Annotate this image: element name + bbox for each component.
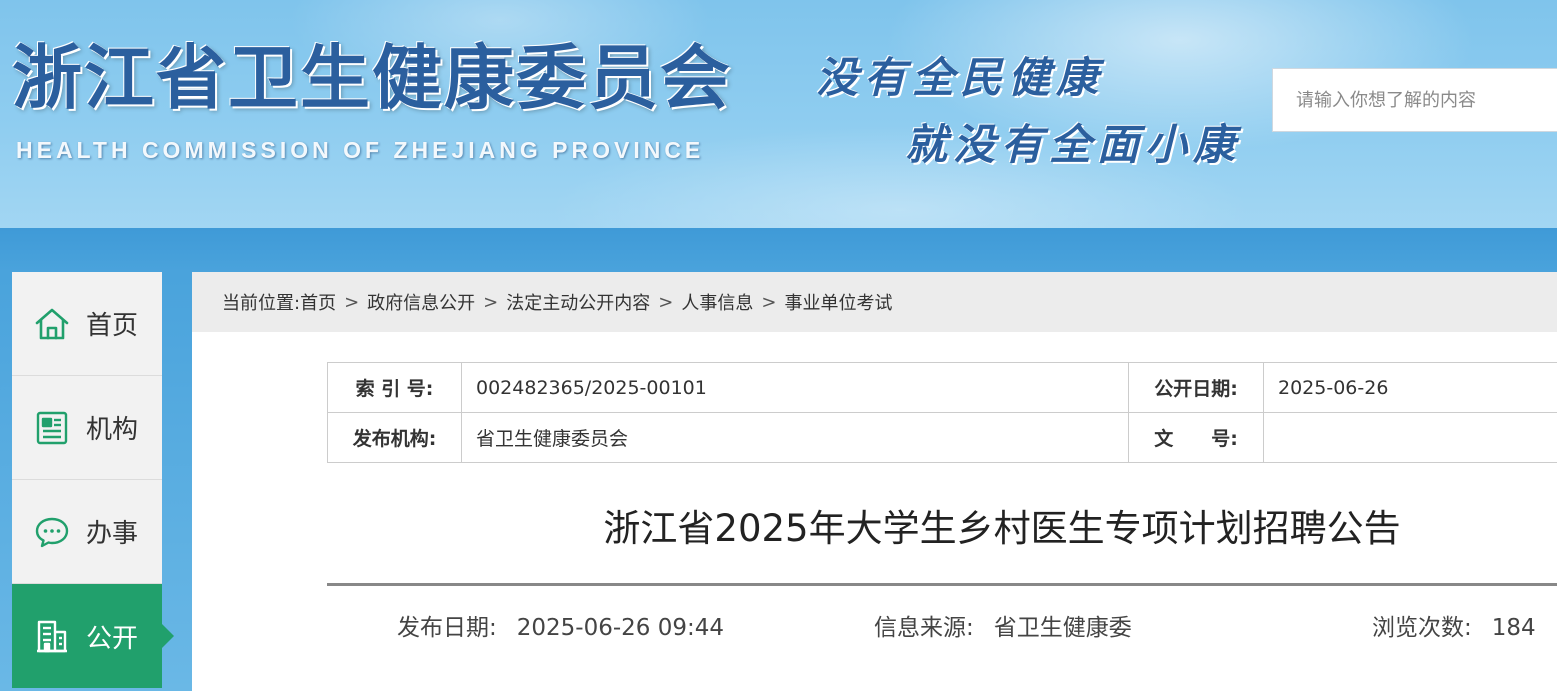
org-label: 发布机构:: [327, 412, 462, 463]
breadcrumb-prefix: 当前位置:: [222, 293, 301, 314]
view-count: 浏览次数: 184: [1372, 608, 1536, 642]
docno-label: 文 号:: [1128, 412, 1264, 463]
publish-date-label: 发布日期:: [397, 615, 497, 641]
document-icon: [34, 410, 70, 446]
breadcrumb-separator: >: [344, 291, 360, 313]
breadcrumb: 当前位置: 首页 > 政府信息公开 > 法定主动公开内容 > 人事信息 > 事业…: [192, 272, 1557, 332]
header-strip: [0, 228, 1557, 272]
meta-table: 索 引 号: 002482365/2025-00101 公开日期: 2025-0…: [327, 362, 1557, 463]
article-title: 浙江省2025年大学生乡村医生专项计划招聘公告: [603, 507, 1401, 550]
sidebar-item-label: 公开: [86, 623, 139, 654]
info-source-label: 信息来源:: [874, 615, 974, 641]
index-value: 002482365/2025-00101: [461, 362, 1129, 413]
info-source-value: 省卫生健康委: [993, 615, 1132, 641]
chat-icon: [34, 514, 70, 550]
breadcrumb-separator: >: [658, 291, 674, 313]
sidebar-item-label: 首页: [86, 311, 139, 341]
building-icon: [34, 618, 70, 654]
breadcrumb-link-home[interactable]: 首页: [300, 289, 336, 315]
view-count-label: 浏览次数:: [1372, 615, 1472, 641]
breadcrumb-link-statutory[interactable]: 法定主动公开内容: [506, 289, 650, 315]
pubdate-label: 公开日期:: [1128, 362, 1264, 413]
slogan-line-1: 没有全民健康: [816, 53, 1105, 102]
publish-date-value: 2025-06-26 09:44: [516, 615, 725, 641]
org-value: 省卫生健康委员会: [461, 412, 1129, 463]
home-icon: [34, 306, 70, 342]
breadcrumb-link-personnel[interactable]: 人事信息: [681, 289, 753, 315]
info-source: 信息来源: 省卫生健康委: [874, 608, 1132, 642]
view-count-value: 184: [1491, 615, 1536, 641]
search-box: [1272, 68, 1557, 132]
header-banner: 浙江省卫生健康委员会 HEALTH COMMISSION OF ZHEJIANG…: [0, 0, 1557, 228]
breadcrumb-link-gov-info[interactable]: 政府信息公开: [367, 289, 475, 315]
site-title: 浙江省卫生健康委员会: [12, 36, 732, 119]
pubdate-value: 2025-06-26: [1263, 362, 1557, 413]
sidebar-item-home[interactable]: 首页: [12, 272, 162, 376]
title-divider: [327, 583, 1557, 586]
table-row: 发布机构: 省卫生健康委员会 文 号:: [327, 412, 1557, 463]
sidebar-item-services[interactable]: 办事: [12, 480, 162, 584]
sidebar-item-label: 机构: [86, 415, 139, 445]
sidebar-item-disclosure[interactable]: 公开: [12, 584, 174, 688]
breadcrumb-separator: >: [761, 291, 777, 313]
slogan-line-2: 就没有全面小康: [905, 120, 1242, 169]
main-panel: 当前位置: 首页 > 政府信息公开 > 法定主动公开内容 > 人事信息 > 事业…: [192, 272, 1557, 691]
breadcrumb-separator: >: [483, 291, 499, 313]
sidebar-nav: 首页 机构 办事 公开: [12, 272, 174, 691]
docno-value: [1263, 412, 1557, 463]
site-subtitle: HEALTH COMMISSION OF ZHEJIANG PROVINCE: [16, 137, 705, 163]
index-label: 索 引 号:: [327, 362, 462, 413]
table-row: 索 引 号: 002482365/2025-00101 公开日期: 2025-0…: [327, 362, 1557, 413]
search-input[interactable]: [1273, 69, 1557, 131]
publish-date: 发布日期: 2025-06-26 09:44: [397, 608, 724, 642]
sidebar-item-organization[interactable]: 机构: [12, 376, 162, 480]
breadcrumb-link-exams[interactable]: 事业单位考试: [784, 289, 892, 315]
sidebar-item-label: 办事: [86, 519, 139, 549]
